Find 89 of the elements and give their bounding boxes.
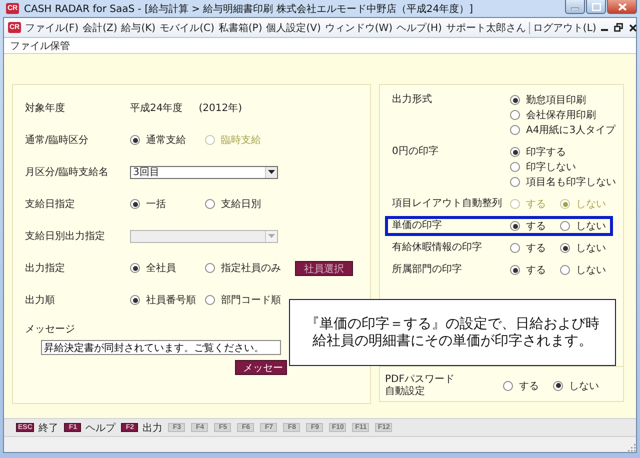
function-key-label: 出力 [142,422,162,434]
callout-text: 『単価の印字＝する』の設定で、日給および時給社員の明細書にその単価が印字されます。 [304,316,600,350]
field-label: 所属部門の印字 [392,263,463,276]
function-key-label: 終了 [38,422,58,434]
radio-button[interactable] [510,265,520,275]
maximize-button[interactable] [586,0,606,14]
field-label: メッセージ [25,323,75,336]
option-label[interactable]: 指定社員のみ [221,261,281,275]
field-label: 対象年度 [25,102,66,115]
caret-icon [268,170,275,174]
user-name: サポート太郎さん [446,22,526,34]
field-label: 有給休暇情報の印字 [392,241,483,254]
field-label: 出力順 [25,294,56,307]
radio-button[interactable] [130,135,140,145]
tab-label[interactable]: ファイル保管 [10,38,70,52]
radio-button[interactable] [510,243,520,253]
option-label[interactable]: する [526,241,546,255]
radio-button[interactable] [130,295,140,305]
year-note: (2012年) [198,102,242,115]
radio-button[interactable] [510,221,520,231]
message-button[interactable]: メッセー [235,360,287,375]
option-label[interactable]: 印字する [526,145,566,159]
caret-icon [268,234,275,238]
option-label[interactable]: A4用紙に3人タイプ [526,123,616,137]
radio-button[interactable] [205,295,215,305]
radio-button[interactable] [130,199,140,209]
option-label[interactable]: する [526,263,546,277]
field-label: 月区分/臨時支給名 [25,166,110,179]
field-label: 通常/臨時区分 [25,134,90,147]
menu-item[interactable]: モバイル(C) [160,20,214,34]
close-button[interactable] [627,22,638,33]
option-label[interactable]: 部門コード順 [221,293,281,307]
field-label: 支給日別出力指定 [25,230,106,243]
message-field[interactable]: 昇給決定書が同封されています。ご覧ください。 [41,340,281,355]
field-label: 項目レイアウト自動整列 [392,197,503,210]
option-label[interactable]: する [526,219,546,233]
radio-button[interactable] [205,263,215,273]
resize-grip-icon[interactable] [626,442,636,452]
field-label: 0円の印字 [392,145,440,158]
radio-button[interactable] [560,221,570,231]
radio-button[interactable] [553,380,563,390]
radio-button[interactable] [510,147,520,157]
menu-item[interactable]: 個人設定(V) [266,20,321,34]
radio-button[interactable] [560,243,570,253]
radio-button[interactable] [560,265,570,275]
restore-button[interactable] [613,22,624,33]
menu-item[interactable]: 私書箱(P) [218,20,262,34]
field-label: 出力指定 [25,262,66,275]
menu-item[interactable]: ウィンドウ(W) [324,20,393,34]
window-title: CASH RADAR for SaaS - [給与計算 > 給与明細書印刷 株式会社エルモード中野店（平成24年度）] [24,2,474,16]
option-label[interactable]: しない [576,241,606,255]
option-label[interactable]: 社員番号順 [146,293,196,307]
radio-button[interactable] [510,162,520,172]
radio-button[interactable] [510,125,520,135]
select-employee-button[interactable]: 社員選択 [295,260,353,276]
restore-icon [614,23,624,32]
radio-button[interactable] [130,263,140,273]
radio-button[interactable] [503,380,513,390]
field-label: 出力形式 [392,93,433,106]
option-label[interactable]: 印字しない [526,160,576,174]
field-label: 単価の印字 [392,219,443,232]
radio-button[interactable] [510,110,520,120]
option-label[interactable]: しない [576,263,606,277]
close-icon [618,2,626,10]
field-label: PDFパスワード自動設定 [385,374,456,398]
field-label: 支給日指定 [25,198,76,211]
logout-menu[interactable]: ログアウト(L) [532,20,596,34]
option-label[interactable]: しない [576,219,606,233]
option-label[interactable]: 一括 [146,197,166,211]
radio-button[interactable] [510,95,520,105]
dropdown[interactable]: 3回目 [130,166,278,178]
option-label[interactable]: 会社保存用印刷 [526,108,596,122]
maximize-icon [592,2,600,10]
close-icon [628,24,637,32]
menu-item[interactable]: ファイル(F) [25,20,79,34]
option-label[interactable]: 勤怠項目印刷 [526,93,586,107]
option-label[interactable]: しない [569,378,599,392]
menu-item[interactable]: ヘルプ(H) [396,20,442,34]
option-label[interactable]: 通常支給 [146,133,186,147]
option-label[interactable]: 支給日別 [221,197,261,211]
option-label[interactable]: 項目名も印字しない [526,175,616,189]
radio-button[interactable] [205,199,215,209]
value-text: 平成24年度 [130,102,183,115]
menu-item[interactable]: 会計(Z) [82,20,118,34]
option-label[interactable]: する [519,378,539,392]
menu-item[interactable]: 給与(K) [121,20,156,34]
option-label[interactable]: 全社員 [146,261,176,275]
radio-button[interactable] [510,177,520,187]
function-key-label: ヘルプ [85,422,116,434]
